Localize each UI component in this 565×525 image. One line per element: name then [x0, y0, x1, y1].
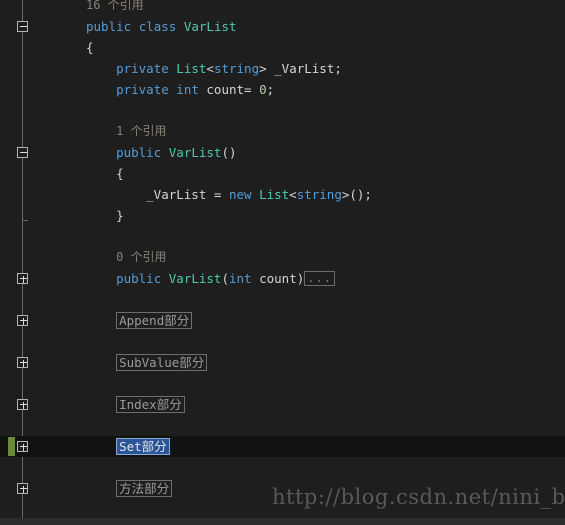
codelens-row[interactable]: 0 个引用 [0, 247, 565, 268]
token-kw: public [116, 145, 169, 160]
token-punc: ; [334, 61, 342, 76]
code-row[interactable]: private List<string> _VarList; [0, 58, 565, 79]
blank-row [0, 499, 565, 520]
token-kw: public [86, 19, 139, 34]
token-typ: VarList [168, 271, 222, 286]
code-row[interactable]: public VarList() [0, 142, 565, 163]
fold-expand-icon[interactable] [17, 483, 28, 494]
code-text: public VarList(int count)... [116, 268, 335, 289]
code-row[interactable]: { [0, 163, 565, 184]
token-kw: private [116, 82, 177, 97]
token-kw: private [116, 61, 177, 76]
codelens-row[interactable]: 1 个引用 [0, 121, 565, 142]
token-kw: int [228, 271, 260, 286]
token-punc: { [116, 166, 124, 181]
fold-expand-icon[interactable] [17, 441, 28, 452]
codelens-reference-count[interactable]: 1 个引用 [116, 121, 166, 142]
collapsed-region-label[interactable]: Append部分 [116, 312, 193, 329]
blank-row [0, 100, 565, 121]
blank-row [0, 415, 565, 436]
token-punc: { [86, 40, 94, 55]
codelens-reference-count[interactable]: 16 个引用 [86, 0, 144, 16]
token-num: 0 [259, 82, 267, 97]
token-typ: List [259, 187, 290, 202]
code-text: { [116, 163, 124, 184]
token-op: = [244, 82, 260, 97]
token-punc: < [289, 187, 297, 202]
token-kw: string [296, 187, 342, 202]
code-text: } [116, 205, 124, 226]
collapsed-region-label[interactable]: Set部分 [116, 438, 170, 455]
fold-expand-icon[interactable] [17, 399, 28, 410]
token-punc: ( [221, 271, 229, 286]
code-row[interactable]: public VarList(int count)... [0, 268, 565, 289]
token-punc: () [221, 145, 237, 160]
token-kw: public [116, 271, 169, 286]
code-text: _VarList = new List<string>(); [146, 184, 372, 205]
token-kw: int [176, 82, 207, 97]
token-punc: >(); [341, 187, 372, 202]
fold-expand-icon[interactable] [17, 315, 28, 326]
token-punc: } [116, 208, 124, 223]
token-op: = [213, 187, 229, 202]
code-row[interactable]: _VarList = new List<string>(); [0, 184, 565, 205]
code-text: public class VarList [86, 16, 237, 37]
token-punc: ; [266, 82, 275, 97]
fold-collapse-icon[interactable] [17, 147, 28, 158]
token-kw: class [138, 19, 184, 34]
code-editor[interactable]: 16 个引用 public class VarList{private List<… [0, 0, 565, 525]
collapsed-region-row[interactable]: Index部分 [0, 394, 565, 415]
codelens-row[interactable]: 16 个引用 [0, 0, 565, 16]
token-kw: string [213, 61, 260, 76]
blank-row [0, 226, 565, 247]
code-row[interactable]: private int count= 0; [0, 79, 565, 100]
collapsed-region-label[interactable]: SubValue部分 [116, 354, 208, 371]
token-id: count [206, 82, 245, 97]
token-punc: < [206, 61, 214, 76]
collapsed-ellipsis-box[interactable]: ... [304, 271, 335, 286]
collapsed-region-row[interactable]: 方法部分 [0, 478, 565, 499]
blank-row [0, 457, 565, 478]
blank-row [0, 373, 565, 394]
code-text: private List<string> _VarList; [116, 58, 342, 79]
fold-region-end-marker [22, 220, 28, 221]
blank-row [0, 289, 565, 310]
collapsed-region-row[interactable]: SubValue部分 [0, 352, 565, 373]
code-text: private int count= 0; [116, 79, 274, 100]
collapsed-region-label[interactable]: Index部分 [116, 396, 185, 413]
token-punc: ) [296, 271, 305, 286]
code-row[interactable]: } [0, 205, 565, 226]
token-kw: new [228, 187, 260, 202]
collapsed-region-row[interactable]: Set部分 [0, 436, 565, 457]
token-typ: VarList [168, 145, 222, 160]
codelens-reference-count[interactable]: 0 个引用 [116, 247, 166, 268]
unsaved-change-bar [8, 437, 15, 456]
fold-expand-icon[interactable] [17, 273, 28, 284]
token-id: count [259, 271, 297, 286]
collapsed-region-row[interactable]: Append部分 [0, 310, 565, 331]
fold-expand-icon[interactable] [17, 357, 28, 368]
token-typ: VarList [183, 19, 237, 34]
editor-bottom-edge [0, 518, 565, 525]
token-punc: > [259, 61, 275, 76]
blank-row [0, 331, 565, 352]
token-typ: List [176, 61, 207, 76]
code-text: { [86, 37, 94, 58]
code-row[interactable]: public class VarList [0, 16, 565, 37]
token-id: _VarList [274, 61, 335, 76]
collapsed-region-label[interactable]: 方法部分 [116, 480, 173, 497]
token-id: _VarList [146, 187, 214, 202]
code-text: public VarList() [116, 142, 236, 163]
code-row[interactable]: { [0, 37, 565, 58]
fold-collapse-icon[interactable] [17, 21, 28, 32]
